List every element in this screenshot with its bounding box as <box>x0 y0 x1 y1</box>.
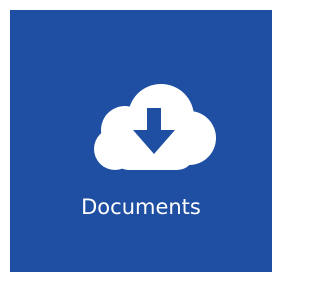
documents-tile[interactable]: Documents <box>10 10 272 272</box>
tile-label: Documents <box>81 195 201 219</box>
cloud-download-icon <box>94 84 216 170</box>
